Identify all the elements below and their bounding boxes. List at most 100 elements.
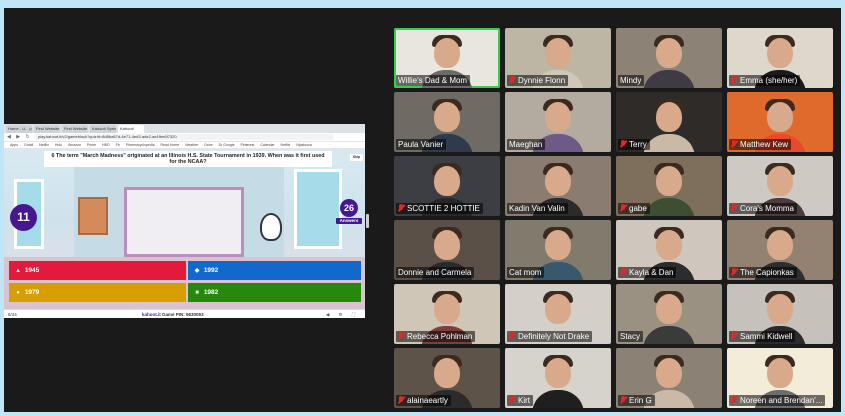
participant-face — [767, 294, 793, 324]
muted-mic-icon — [731, 140, 737, 148]
bookmark-link[interactable]: Dr Google — [219, 143, 235, 147]
bookmark-link[interactable]: Pinterest — [241, 143, 255, 147]
participant-video-tile[interactable]: Noreen and Brendan'... — [727, 348, 833, 408]
browser-address-bar: ◀ ▶ ↻ play.kahoot.it/v2/gameblock?quizId… — [4, 133, 365, 142]
bookmarks-bar: Apps Gmail Netflix Hulu Amazon Prime HBO Fb Phar… — [4, 142, 365, 149]
participant-video-tile[interactable]: Maeghan — [505, 92, 611, 152]
participant-video-tile[interactable]: Terry — [616, 92, 722, 152]
participant-name: alainaeartly — [407, 396, 448, 405]
participant-gallery: Willie's Dad & Mom Dynnie Flonn Mindy Emma … — [394, 28, 839, 408]
participant-name-label: alainaeartly — [396, 395, 451, 406]
answer-label: 1992 — [203, 267, 219, 274]
participant-video-tile[interactable]: Kirt — [505, 348, 611, 408]
nav-arrows-icon[interactable]: ◀ ▶ ↻ — [7, 134, 32, 140]
participant-video-tile[interactable]: Emma (she/her) — [727, 28, 833, 88]
bookmark-link[interactable]: Drive — [204, 143, 212, 147]
bookmark-link[interactable]: HBO — [102, 143, 110, 147]
participant-video-tile[interactable]: Cat mom — [505, 220, 611, 280]
bookmark-link[interactable]: Pharmacyclopedia — [126, 143, 155, 147]
participant-video-tile[interactable]: Rebecca Pohlman — [394, 284, 500, 344]
participant-video-tile[interactable]: Stacy — [616, 284, 722, 344]
url-field[interactable]: play.kahoot.it/v2/gameblock?quizId=8d5ba… — [34, 134, 334, 140]
bookmark-link[interactable]: Read Home — [161, 143, 180, 147]
question-progress: 6/44 — [8, 312, 17, 317]
answer-label: 1945 — [24, 267, 40, 274]
answer-label: 1982 — [203, 289, 219, 296]
participant-video-tile[interactable]: Dynnie Flonn — [505, 28, 611, 88]
browser-tab[interactable]: Kahoot! Spring Weekend Nipal... — [90, 125, 116, 133]
participant-face — [545, 38, 571, 68]
participant-name: Willie's Dad & Mom — [398, 76, 468, 85]
bookmark-link[interactable]: Prime — [87, 143, 96, 147]
participant-video-tile[interactable]: Willie's Dad & Mom — [394, 28, 500, 88]
bookmark-link[interactable]: Gmail — [24, 143, 33, 147]
muted-mic-icon — [731, 396, 737, 404]
browser-tab[interactable]: Find Website - Quiz — [62, 125, 88, 133]
answer-option-blue[interactable]: ◆ 1992 — [188, 261, 361, 280]
answer-option-green[interactable]: ■ 1982 — [188, 283, 361, 302]
participant-video-tile[interactable]: Cora's Momma — [727, 156, 833, 216]
participant-video-tile[interactable]: The Capionkas — [727, 220, 833, 280]
muted-mic-icon — [731, 332, 737, 340]
participant-name: Matthew Kew — [740, 140, 789, 149]
muted-mic-icon — [731, 204, 737, 212]
bookmark-link[interactable]: Apps — [10, 143, 18, 147]
participant-face — [434, 294, 460, 324]
participant-face — [545, 102, 571, 132]
participant-name: The Capionkas — [740, 268, 794, 277]
participant-name: Terry — [629, 140, 647, 149]
participant-video-tile[interactable]: Kayla & Dan — [616, 220, 722, 280]
muted-mic-icon — [731, 76, 737, 84]
muted-mic-icon — [509, 332, 515, 340]
participant-name-label: Sammi Kidwell — [729, 331, 796, 342]
participant-face — [545, 358, 571, 388]
answer-option-red[interactable]: ▲ 1945 — [9, 261, 186, 280]
skip-button[interactable]: Skip — [350, 154, 363, 161]
participant-face — [545, 294, 571, 324]
participant-video-tile[interactable]: Erin G — [616, 348, 722, 408]
participant-name-label: Emma (she/her) — [729, 75, 801, 86]
answer-option-yellow[interactable]: ● 1979 — [9, 283, 186, 302]
bookmark-link[interactable]: Nipalooza — [296, 143, 312, 147]
participant-name: Stacy — [620, 332, 641, 341]
bookmark-link[interactable]: Fb — [116, 143, 120, 147]
participant-video-tile[interactable]: Mindy — [616, 28, 722, 88]
participant-name-label: gabe — [618, 203, 650, 214]
participant-face — [656, 102, 682, 132]
bookmark-link[interactable]: Hulu — [55, 143, 62, 147]
participant-video-tile[interactable]: SCOTTIE 2 HOTTIE — [394, 156, 500, 216]
split-view-resize-handle[interactable] — [366, 214, 369, 228]
participant-video-tile[interactable]: Definitely Not Drake — [505, 284, 611, 344]
triangle-icon: ▲ — [15, 268, 21, 274]
participant-video-tile[interactable]: alainaeartly — [394, 348, 500, 408]
circle-icon: ● — [16, 290, 20, 296]
participant-body — [643, 134, 695, 152]
game-pin: kahoot.it Game PIN: 9630093 — [142, 310, 204, 318]
bookmark-link[interactable]: Weather — [185, 143, 198, 147]
participant-video-tile[interactable]: Donnie and Carmela — [394, 220, 500, 280]
participant-name-label: Kirt — [507, 395, 533, 406]
browser-tab[interactable]: Kahoot! — [118, 125, 144, 133]
bookmark-link[interactable]: Calendar — [260, 143, 274, 147]
participant-name: Kadin Van Valin — [509, 204, 565, 213]
participant-name-label: Maeghan — [507, 139, 546, 150]
participant-name-label: Kadin Van Valin — [507, 203, 568, 214]
bookmark-link[interactable]: Netflix — [39, 143, 49, 147]
browser-tab[interactable]: Home - U... pods G Nipalooza — [6, 125, 32, 133]
participant-face — [434, 358, 460, 388]
corkboard — [78, 197, 108, 235]
participant-video-tile[interactable]: Sammi Kidwell — [727, 284, 833, 344]
participant-video-tile[interactable]: gabe — [616, 156, 722, 216]
participant-video-tile[interactable]: Paula Vanier — [394, 92, 500, 152]
answers-counter: 26 Answers — [336, 199, 362, 224]
bookmark-link[interactable]: Netflix — [281, 143, 291, 147]
participant-name-label: Dynnie Flonn — [507, 75, 569, 86]
participant-video-tile[interactable]: Kadin Van Valin — [505, 156, 611, 216]
participant-name-label: Matthew Kew — [729, 139, 792, 150]
participant-name: Kayla & Dan — [629, 268, 674, 277]
bookmark-link[interactable]: Amazon — [68, 143, 81, 147]
participant-name: SCOTTIE 2 HOTTIE — [407, 204, 480, 213]
volume-fullscreen-icons[interactable]: ◀ ⚙ ⛶ — [326, 310, 359, 318]
browser-tab[interactable]: Find Website - Quiz — [34, 125, 60, 133]
participant-video-tile[interactable]: Matthew Kew — [727, 92, 833, 152]
